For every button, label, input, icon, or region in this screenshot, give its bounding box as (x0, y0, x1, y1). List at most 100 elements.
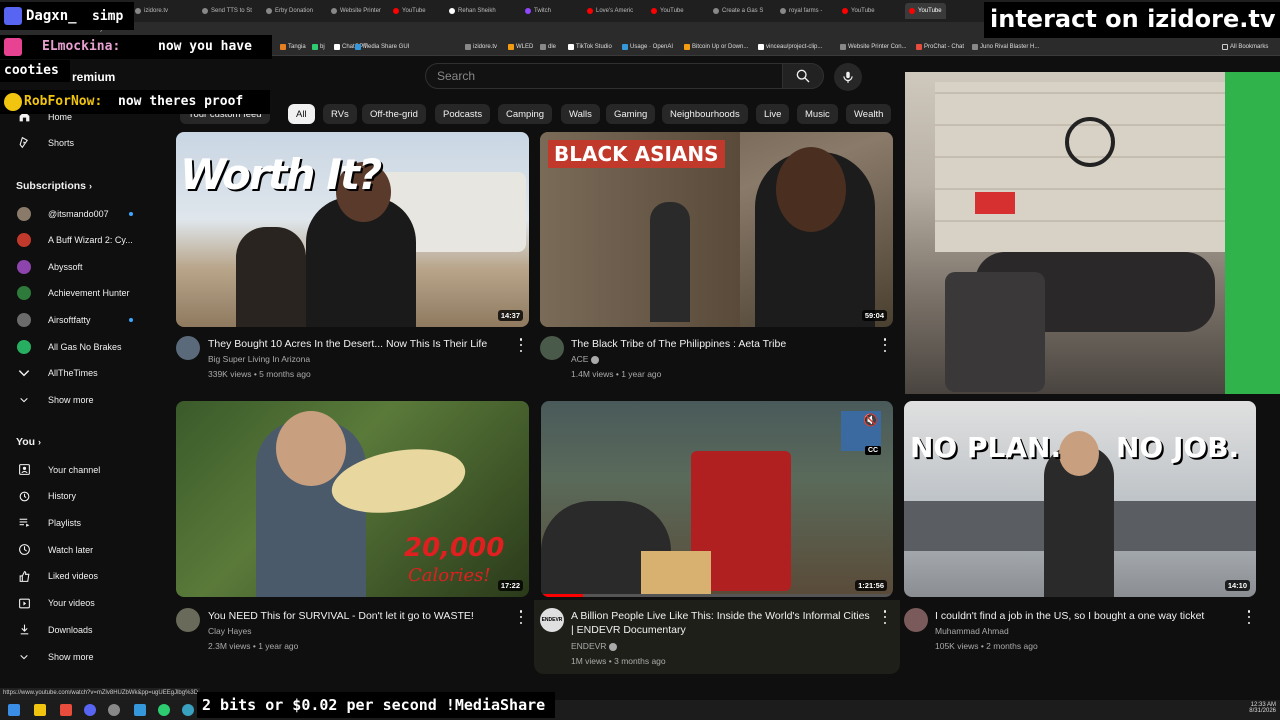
browser-tab[interactable]: YouTube (905, 3, 946, 19)
bookmark[interactable]: Media Share GUI (355, 44, 409, 50)
sidebar-item-history[interactable]: History (0, 483, 165, 510)
sidebar-subscription[interactable]: Achievement Hunter (0, 280, 165, 307)
video-title[interactable]: A Billion People Live Like This: Inside … (571, 609, 881, 623)
sidebar-item-like[interactable]: Liked videos (0, 563, 165, 590)
bookmark[interactable]: ProChat - Chat (916, 44, 964, 50)
show-more-you[interactable]: Show more (0, 643, 165, 670)
chip-off-the-grid[interactable]: Off-the-grid (362, 104, 426, 124)
sidebar-item-watch-later[interactable]: Watch later (0, 536, 165, 563)
browser-tab[interactable]: izidore.tv (135, 3, 168, 19)
more-actions-icon[interactable] (882, 338, 888, 352)
bookmark[interactable]: WLED (508, 44, 533, 50)
bookmark[interactable]: Tangia (280, 44, 306, 50)
video-thumbnail[interactable]: NO PLAN. NO JOB. 14:10 (904, 401, 1256, 597)
video-thumbnail[interactable]: CC 🔇 1:21:56 (541, 401, 893, 597)
start-icon[interactable] (8, 704, 20, 716)
chip-live[interactable]: Live (756, 104, 790, 124)
channel-name[interactable]: ACE (571, 354, 599, 364)
chip-podcasts[interactable]: Podcasts (435, 104, 491, 124)
thumbnail-text: 20,000 (404, 533, 505, 563)
chip-label: Podcasts (443, 108, 483, 120)
video-title[interactable]: You NEED This for SURVIVAL - Don't let i… (208, 609, 508, 623)
chrome-icon[interactable] (158, 704, 170, 716)
app-icon[interactable] (108, 704, 120, 716)
channel-avatar[interactable] (540, 336, 564, 360)
sidebar-subscription[interactable]: A Buff Wizard 2: Cy... (0, 227, 165, 254)
channel-avatar[interactable] (176, 608, 200, 632)
bookmark[interactable]: Website Printer Con... (840, 44, 907, 50)
browser-tab[interactable]: Love's Americ (587, 3, 633, 19)
cc-icon[interactable]: CC (865, 446, 882, 455)
channel-avatar[interactable] (904, 608, 928, 632)
browser-tab[interactable]: royal farms - (780, 3, 822, 19)
chip-walls[interactable]: Walls (561, 104, 600, 124)
more-actions-icon[interactable] (882, 610, 888, 624)
channel-name[interactable]: Big Super Living In Arizona (208, 354, 310, 364)
you-header[interactable]: You › (16, 436, 41, 448)
app-icon[interactable] (182, 704, 194, 716)
app-icon[interactable] (134, 704, 146, 716)
browser-tab[interactable]: YouTube (651, 3, 684, 19)
clock[interactable]: 12:33 AM 8/31/2026 (1226, 702, 1276, 714)
voice-search-button[interactable] (834, 63, 862, 91)
browser-tab[interactable]: Erby Donation (266, 3, 313, 19)
subscriptions-header[interactable]: Subscriptions › (16, 180, 92, 192)
mute-icon[interactable]: 🔇 (863, 413, 878, 427)
sidebar-subscription[interactable]: Abyssoft (0, 253, 165, 280)
discord-icon[interactable] (84, 704, 96, 716)
sidebar-item-playlists[interactable]: Playlists (0, 509, 165, 536)
browser-tab[interactable]: Send TTS to St (202, 3, 252, 19)
sidebar-item-download[interactable]: Downloads (0, 616, 165, 643)
browser-tab[interactable]: YouTube (393, 3, 426, 19)
chip-wealth[interactable]: Wealth (846, 104, 892, 124)
channel-name[interactable]: ENDEVR (571, 641, 617, 651)
channel-avatar[interactable] (176, 336, 200, 360)
browser-tab[interactable]: Create a Gas S (713, 3, 763, 19)
search-input[interactable]: Search (425, 63, 783, 89)
chip-rvs[interactable]: RVs (323, 104, 357, 124)
sidebar-item-channel[interactable]: Your channel (0, 456, 165, 483)
bookmark[interactable]: Bitcoin Up or Down... (684, 44, 748, 50)
sidebar-subscription[interactable]: AllTheTimes (0, 360, 165, 387)
channel-avatar[interactable]: ENDEVR (540, 608, 564, 632)
video-thumbnail[interactable]: Worth It? 14:37 (176, 132, 529, 327)
video-title-line2[interactable]: | ENDEVR Documentary (571, 623, 881, 637)
sidebar-subscription[interactable]: All Gas No Brakes (0, 333, 165, 360)
channel-name[interactable]: Muhammad Ahmad (935, 626, 1009, 636)
file-explorer-icon[interactable] (34, 704, 46, 716)
app-icon[interactable] (60, 704, 72, 716)
bookmark[interactable]: Juno Rival Blaster H... (972, 44, 1039, 50)
search-button[interactable] (782, 63, 824, 89)
channel-name[interactable]: Clay Hayes (208, 626, 251, 636)
browser-tab[interactable]: YouTube (842, 3, 875, 19)
video-title[interactable]: I couldn't find a job in the US, so I bo… (935, 609, 1245, 623)
video-title[interactable]: They Bought 10 Acres In the Desert... No… (208, 337, 508, 351)
browser-tab[interactable]: Rehan Sheikh (449, 3, 496, 19)
chip-camping[interactable]: Camping (498, 104, 553, 124)
sidebar-item-shorts[interactable]: Shorts (0, 129, 165, 156)
browser-tab[interactable]: Website Printer (331, 3, 381, 19)
video-thumbnail[interactable]: BLACK ASIANS 59:04 (540, 132, 893, 327)
more-actions-icon[interactable] (1246, 610, 1252, 624)
chip-neighbourhoods[interactable]: Neighbourhoods (662, 104, 748, 124)
bookmark[interactable]: vinceau/project-clip... (758, 44, 822, 50)
sidebar-item-your-videos[interactable]: Your videos (0, 590, 165, 617)
chip-music[interactable]: Music (797, 104, 838, 124)
video-title[interactable]: The Black Tribe of The Philippines : Aet… (571, 337, 871, 351)
new-content-dot (129, 317, 133, 322)
browser-tab[interactable]: Twitch (525, 3, 551, 19)
bookmark[interactable]: izidore.tv (465, 44, 497, 50)
sidebar-subscription[interactable]: @itsmando007 (0, 200, 165, 227)
all-bookmarks[interactable]: All Bookmarks (1222, 44, 1268, 50)
sidebar-subscription[interactable]: Airsoftfatty (0, 306, 165, 333)
bookmark[interactable]: dle (540, 44, 556, 50)
bookmark[interactable]: Usage · OpenAI (622, 44, 673, 50)
bookmark[interactable]: TikTok Studio (568, 44, 612, 50)
chip-all[interactable]: All (288, 104, 315, 124)
bookmark[interactable]: bj (312, 44, 325, 50)
video-thumbnail[interactable]: 20,000 Calories! 17:22 (176, 401, 529, 597)
chip-gaming[interactable]: Gaming (606, 104, 656, 124)
show-more-subscriptions[interactable]: Show more (0, 386, 165, 413)
more-actions-icon[interactable] (518, 338, 524, 352)
more-actions-icon[interactable] (518, 610, 524, 624)
